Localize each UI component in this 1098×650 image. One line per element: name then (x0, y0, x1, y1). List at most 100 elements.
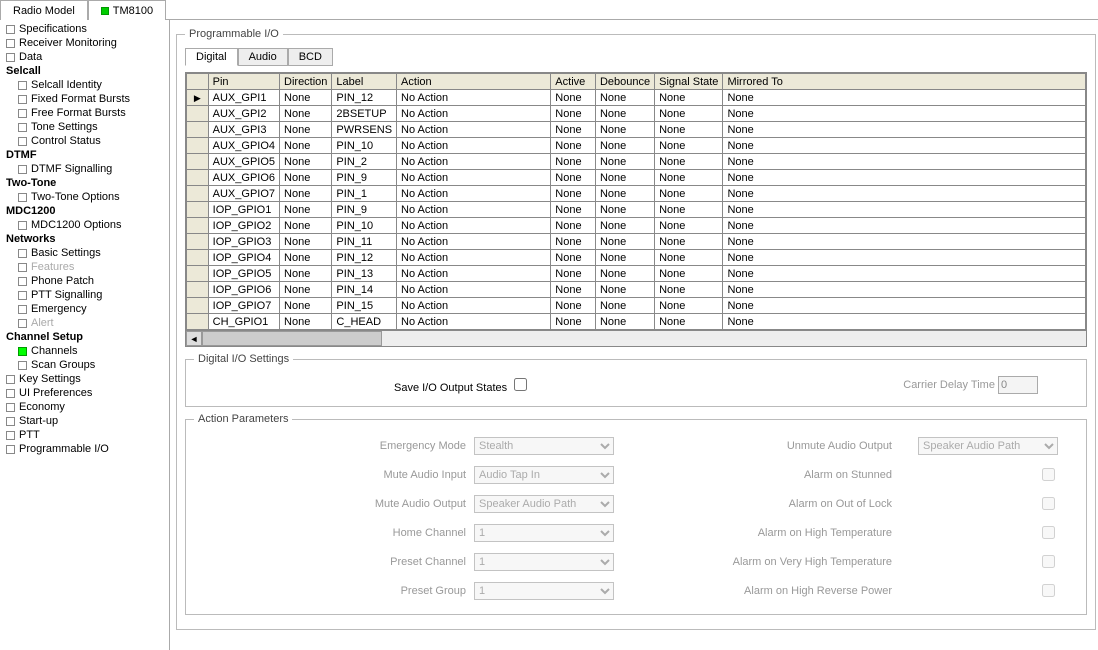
table-row[interactable]: AUX_GPI2None2BSETUPNo ActionNoneNoneNone… (187, 106, 1086, 122)
table-cell[interactable]: None (655, 154, 723, 170)
tree-item[interactable]: Free Format Bursts (0, 106, 169, 120)
table-cell[interactable]: No Action (397, 122, 551, 138)
tree-item[interactable]: Features (0, 260, 169, 274)
table-cell[interactable]: None (280, 282, 332, 298)
sub-tab[interactable]: BCD (288, 48, 333, 66)
io-table[interactable]: PinDirectionLabelActionActiveDebounceSig… (185, 72, 1087, 347)
table-cell[interactable]: None (595, 314, 654, 330)
table-cell[interactable]: None (551, 170, 596, 186)
tree-item[interactable]: Start-up (0, 414, 169, 428)
row-header[interactable] (187, 186, 209, 202)
table-cell[interactable]: PIN_10 (332, 218, 397, 234)
row-header[interactable] (187, 218, 209, 234)
table-cell[interactable]: None (655, 122, 723, 138)
table-cell[interactable]: None (551, 282, 596, 298)
table-cell[interactable]: PIN_11 (332, 234, 397, 250)
row-header[interactable] (187, 202, 209, 218)
tree-item[interactable]: Selcall (0, 64, 169, 78)
table-cell[interactable]: None (723, 266, 1086, 282)
table-cell[interactable]: No Action (397, 138, 551, 154)
table-cell[interactable]: None (595, 266, 654, 282)
table-cell[interactable]: None (595, 234, 654, 250)
tree-item[interactable]: Programmable I/O (0, 442, 169, 456)
tree-item[interactable]: Channels (0, 344, 169, 358)
table-cell[interactable]: None (655, 106, 723, 122)
tree-item[interactable]: Basic Settings (0, 246, 169, 260)
table-cell[interactable]: IOP_GPIO5 (208, 266, 279, 282)
table-row[interactable]: AUX_GPIO4NonePIN_10No ActionNoneNoneNone… (187, 138, 1086, 154)
table-cell[interactable]: None (280, 314, 332, 330)
table-cell[interactable]: AUX_GPI3 (208, 122, 279, 138)
table-cell[interactable]: AUX_GPIO6 (208, 170, 279, 186)
table-cell[interactable]: None (595, 282, 654, 298)
table-cell[interactable]: PIN_9 (332, 170, 397, 186)
table-cell[interactable]: None (551, 298, 596, 314)
table-row[interactable]: AUX_GPI3NonePWRSENSNo ActionNoneNoneNone… (187, 122, 1086, 138)
table-cell[interactable]: No Action (397, 170, 551, 186)
table-cell[interactable]: None (595, 154, 654, 170)
table-cell[interactable]: None (595, 202, 654, 218)
carrier-delay-input[interactable] (998, 376, 1038, 394)
table-cell[interactable]: None (723, 202, 1086, 218)
scroll-left-icon[interactable]: ◄ (186, 331, 202, 346)
table-row[interactable]: IOP_GPIO1NonePIN_9No ActionNoneNoneNoneN… (187, 202, 1086, 218)
table-cell[interactable]: None (280, 266, 332, 282)
table-cell[interactable]: CH_GPIO1 (208, 314, 279, 330)
row-header[interactable] (187, 250, 209, 266)
row-header[interactable] (187, 314, 209, 330)
table-cell[interactable]: PIN_15 (332, 298, 397, 314)
column-header[interactable]: Action (397, 74, 551, 90)
table-cell[interactable]: None (723, 154, 1086, 170)
column-header[interactable]: Debounce (595, 74, 654, 90)
tree-item[interactable]: MDC1200 Options (0, 218, 169, 232)
table-cell[interactable]: No Action (397, 282, 551, 298)
tree-item[interactable]: Emergency (0, 302, 169, 316)
table-cell[interactable]: None (655, 90, 723, 106)
table-cell[interactable]: PIN_2 (332, 154, 397, 170)
table-cell[interactable]: PIN_14 (332, 282, 397, 298)
row-header[interactable] (187, 298, 209, 314)
sub-tab[interactable]: Audio (238, 48, 288, 66)
table-cell[interactable]: None (280, 298, 332, 314)
tree-item[interactable]: Alert (0, 316, 169, 330)
table-cell[interactable]: AUX_GPI2 (208, 106, 279, 122)
table-cell[interactable]: None (595, 218, 654, 234)
table-cell[interactable]: None (280, 186, 332, 202)
table-cell[interactable]: None (655, 314, 723, 330)
table-cell[interactable]: None (723, 122, 1086, 138)
table-cell[interactable]: No Action (397, 218, 551, 234)
table-cell[interactable]: PIN_10 (332, 138, 397, 154)
row-header[interactable] (187, 138, 209, 154)
table-cell[interactable]: None (595, 106, 654, 122)
param-checkbox[interactable] (1042, 555, 1055, 568)
table-row[interactable]: IOP_GPIO5NonePIN_13No ActionNoneNoneNone… (187, 266, 1086, 282)
table-cell[interactable]: None (280, 138, 332, 154)
tree-item[interactable]: Control Status (0, 134, 169, 148)
tree-item[interactable]: UI Preferences (0, 386, 169, 400)
table-row[interactable]: IOP_GPIO4NonePIN_12No ActionNoneNoneNone… (187, 250, 1086, 266)
table-cell[interactable]: None (723, 282, 1086, 298)
param-checkbox[interactable] (1042, 526, 1055, 539)
table-cell[interactable]: AUX_GPI1 (208, 90, 279, 106)
table-cell[interactable]: No Action (397, 298, 551, 314)
table-cell[interactable]: PIN_1 (332, 186, 397, 202)
scroll-thumb[interactable] (202, 331, 382, 346)
table-cell[interactable]: No Action (397, 202, 551, 218)
table-cell[interactable]: None (723, 250, 1086, 266)
table-cell[interactable]: PIN_13 (332, 266, 397, 282)
table-cell[interactable]: None (723, 218, 1086, 234)
tree-item[interactable]: DTMF Signalling (0, 162, 169, 176)
table-cell[interactable]: No Action (397, 186, 551, 202)
tree-item[interactable]: Tone Settings (0, 120, 169, 134)
table-cell[interactable]: None (280, 106, 332, 122)
param-select[interactable]: Audio Tap In (474, 466, 614, 484)
tab-device[interactable]: TM8100 (88, 0, 166, 20)
tree-item[interactable]: Fixed Format Bursts (0, 92, 169, 106)
tree-item[interactable]: Specifications (0, 22, 169, 36)
table-cell[interactable]: 2BSETUP (332, 106, 397, 122)
tree-item[interactable]: PTT (0, 428, 169, 442)
column-header[interactable]: Direction (280, 74, 332, 90)
tree-item[interactable]: MDC1200 (0, 204, 169, 218)
table-cell[interactable]: No Action (397, 154, 551, 170)
table-cell[interactable]: None (551, 218, 596, 234)
